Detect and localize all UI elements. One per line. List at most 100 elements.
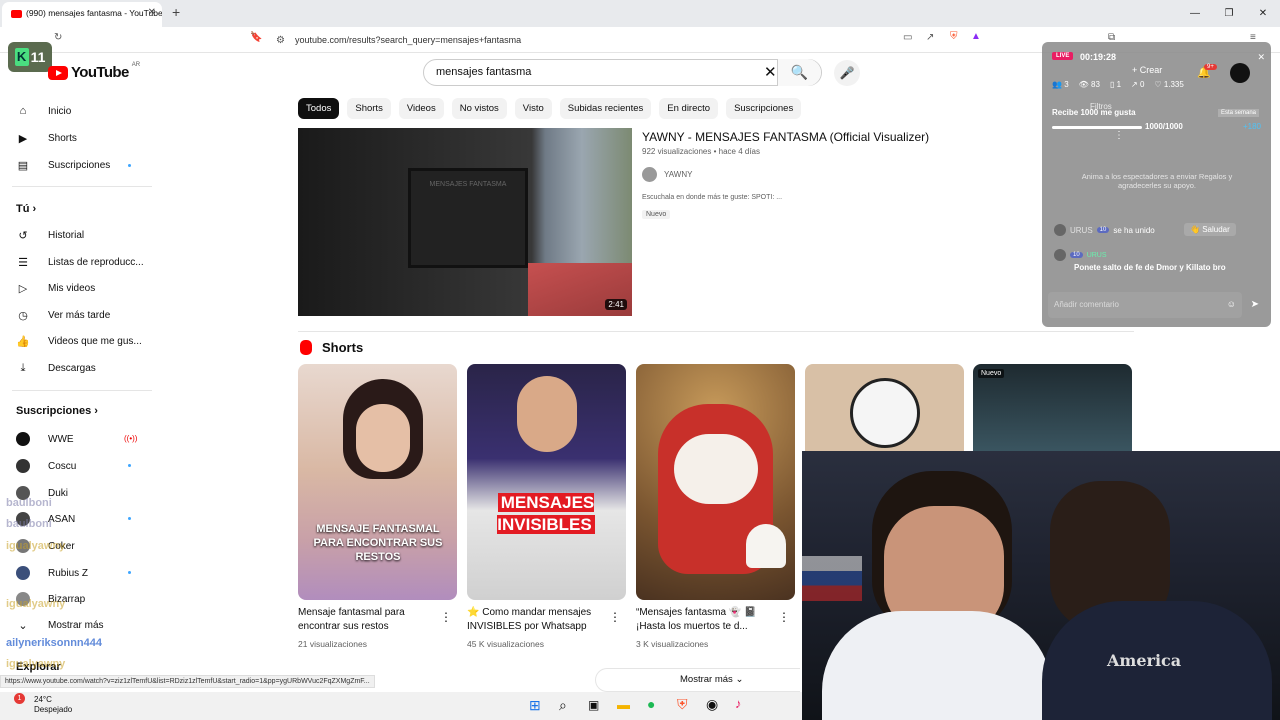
search-button[interactable]: 🔍 (777, 59, 821, 86)
youtube-logo[interactable]: YouTube AR (48, 62, 140, 81)
shorts-logo-icon (300, 340, 312, 355)
site-info-icon[interactable]: ⚙ (276, 32, 285, 50)
minimize-icon[interactable]: — (1178, 0, 1212, 27)
search-icon: 🔍 (790, 64, 809, 80)
person-shirt (822, 611, 1052, 720)
maximize-icon[interactable]: ❐ (1212, 0, 1246, 27)
share-icon[interactable]: ↗ (926, 32, 934, 43)
video-description: Escuchala en donde más te guste: SPOTI: … (642, 194, 783, 201)
short-thumbnail[interactable]: MENSAJE FANTASMAL PARA ENCONTRAR SUS RES… (298, 364, 457, 600)
sidebar-sub-item[interactable]: WWE (16, 432, 74, 446)
weather: Despejado (34, 705, 73, 714)
video-channel[interactable]: YAWNY (642, 167, 692, 182)
more-options-icon[interactable]: ⋮ (609, 610, 621, 624)
url-text: youtube.com/results?search_query=mensaje… (295, 35, 522, 45)
video-title[interactable]: YAWNY - MENSAJES FANTASMA (Official Visu… (642, 130, 929, 144)
task-view-icon[interactable]: ▣ (588, 698, 599, 712)
chip-subidas-recientes[interactable]: Subidas recientes (559, 98, 652, 119)
brave-shield-icon[interactable]: ⛨ (950, 31, 958, 42)
search-input[interactable]: mensajes fantasma (436, 66, 531, 78)
close-tab-icon[interactable]: ✕ (148, 7, 156, 18)
spotify-icon[interactable]: ● (647, 696, 655, 712)
windows-start-icon[interactable]: ⊞ (529, 697, 541, 714)
watch-later-icon: ◷ (18, 310, 28, 322)
emoji-icon[interactable]: ☺ (1227, 299, 1236, 309)
you-section-header[interactable]: Tú › (16, 203, 36, 215)
short-thumbnail[interactable] (805, 364, 964, 451)
divider (12, 390, 152, 391)
drag-handle-icon[interactable]: ⋮ (1114, 130, 1124, 141)
search-icon[interactable]: ⌕ (559, 697, 567, 714)
obs-icon[interactable]: ◉ (706, 696, 718, 713)
sidebar-item-suscripciones[interactable]: ▤ Suscripciones (16, 159, 110, 172)
reload-icon[interactable]: ↻ (54, 32, 62, 43)
sidebar-item-label: Inicio (48, 105, 72, 117)
greet-button[interactable]: 👋 Saludar (1184, 223, 1236, 236)
url-field[interactable]: ⚙ youtube.com/results?search_query=mensa… (268, 31, 998, 49)
chip-videos[interactable]: Videos (398, 98, 444, 119)
sidebar-item-label: Mis videos (48, 283, 96, 294)
short-title[interactable]: “Mensajes fantasma 👻 📓 ¡Hasta los muerto… (636, 606, 776, 634)
new-content-dot (128, 517, 131, 520)
filter-label[interactable]: Filtros (1090, 102, 1112, 111)
chip-suscripciones[interactable]: Suscripciones (726, 98, 802, 119)
close-window-icon[interactable]: ✕ (1246, 0, 1280, 27)
short-views: 3 K visualizaciones (636, 639, 709, 649)
brave-icon[interactable]: ⛨ (677, 696, 688, 713)
short-thumbnail[interactable]: MENSAJES INVISIBLES (467, 364, 626, 600)
sidebar-item-historial[interactable]: ↺ Historial (16, 229, 84, 242)
sidebar-item-watch-later[interactable]: ◷ Ver más tarde (16, 309, 110, 322)
bookmark-icon[interactable]: 🔖 (250, 32, 262, 43)
more-options-icon[interactable]: ⋮ (440, 610, 452, 624)
short-title[interactable]: ⭐ Como mandar mensajes INVISIBLES por Wh… (467, 606, 607, 634)
comment-input[interactable]: Añadir comentario ☺ (1048, 292, 1242, 318)
chip-shorts[interactable]: Shorts (347, 98, 391, 119)
level-badge: 10 (1096, 227, 1110, 233)
short-thumbnail[interactable] (636, 364, 795, 600)
chip-visto[interactable]: Visto (514, 98, 552, 119)
chip-todos[interactable]: Todos (298, 98, 340, 119)
chip-en-directo[interactable]: En directo (659, 98, 719, 119)
short-thumbnail[interactable]: Nuevo (973, 364, 1132, 451)
short-caption: MENSAJES INVISIBLES (497, 493, 595, 534)
video-thumbnail[interactable]: MENSAJES FANTASMA 2:41 (298, 128, 632, 316)
sidebar-item-shorts[interactable]: ▶ Shorts (16, 132, 77, 145)
live-timer: 00:19:28 (1080, 52, 1117, 62)
sidebar-sub-item[interactable]: Coscu (16, 459, 76, 473)
show-more-subs[interactable]: ⌄ Mostrar más (16, 619, 103, 632)
send-icon[interactable]: ➤ (1251, 299, 1259, 310)
screen-icon[interactable]: ▭ (903, 32, 912, 43)
tiktok-icon[interactable]: ♪ (735, 696, 742, 711)
avatar[interactable] (1230, 63, 1250, 83)
sidebar-item-inicio[interactable]: ⌂ Inicio (16, 105, 72, 117)
subscriptions-section-header[interactable]: Suscripciones › (16, 405, 98, 417)
voice-search-button[interactable]: 🎤 (834, 60, 860, 86)
more-options-icon[interactable]: ⋮ (778, 610, 790, 624)
sidebar-item-playlists[interactable]: ☰ Listas de reproducc... (16, 256, 144, 269)
file-explorer-icon[interactable]: ▬ (617, 697, 630, 712)
sidebar-sub-item[interactable]: Rubius Z (16, 566, 88, 580)
show-more-button[interactable]: Mostrar más ⌄ (680, 674, 743, 685)
sidebar-item-my-videos[interactable]: ▷ Mis videos (16, 282, 95, 295)
thumb-cartoon (850, 378, 920, 448)
search-box[interactable]: mensajes fantasma ✕ 🔍 (423, 59, 822, 86)
create-button[interactable]: + Crear (1132, 65, 1162, 75)
goal-reward: +180 (1242, 122, 1261, 131)
new-tab-icon[interactable]: + (172, 4, 180, 20)
close-icon[interactable]: ✕ (1257, 52, 1265, 63)
chip-no-vistos[interactable]: No vistos (451, 98, 507, 119)
window-controls: — ❐ ✕ (1178, 0, 1280, 27)
new-content-dot (128, 464, 131, 467)
sidebar-item-liked[interactable]: 👍 Videos que me gus... (16, 335, 142, 348)
clear-search-icon[interactable]: ✕ (764, 63, 777, 81)
browser-tab[interactable]: (990) mensajes fantasma - YouTube ✕ (2, 2, 162, 27)
stream-logo-badge: K 11 (8, 42, 52, 72)
short-title[interactable]: Mensaje fantasmal para encontrar sus res… (298, 606, 438, 634)
logo-letter: K (14, 48, 29, 66)
liked-icon: 👍 (16, 336, 30, 348)
sidebar-item-downloads[interactable]: ⤓ Descargas (16, 362, 96, 375)
brave-rewards-icon[interactable]: ▲ (971, 31, 981, 42)
channel-name[interactable]: YAWNY (664, 170, 692, 179)
channel-avatar[interactable] (642, 167, 657, 182)
gift-icon: ▯ 1 (1109, 80, 1122, 89)
